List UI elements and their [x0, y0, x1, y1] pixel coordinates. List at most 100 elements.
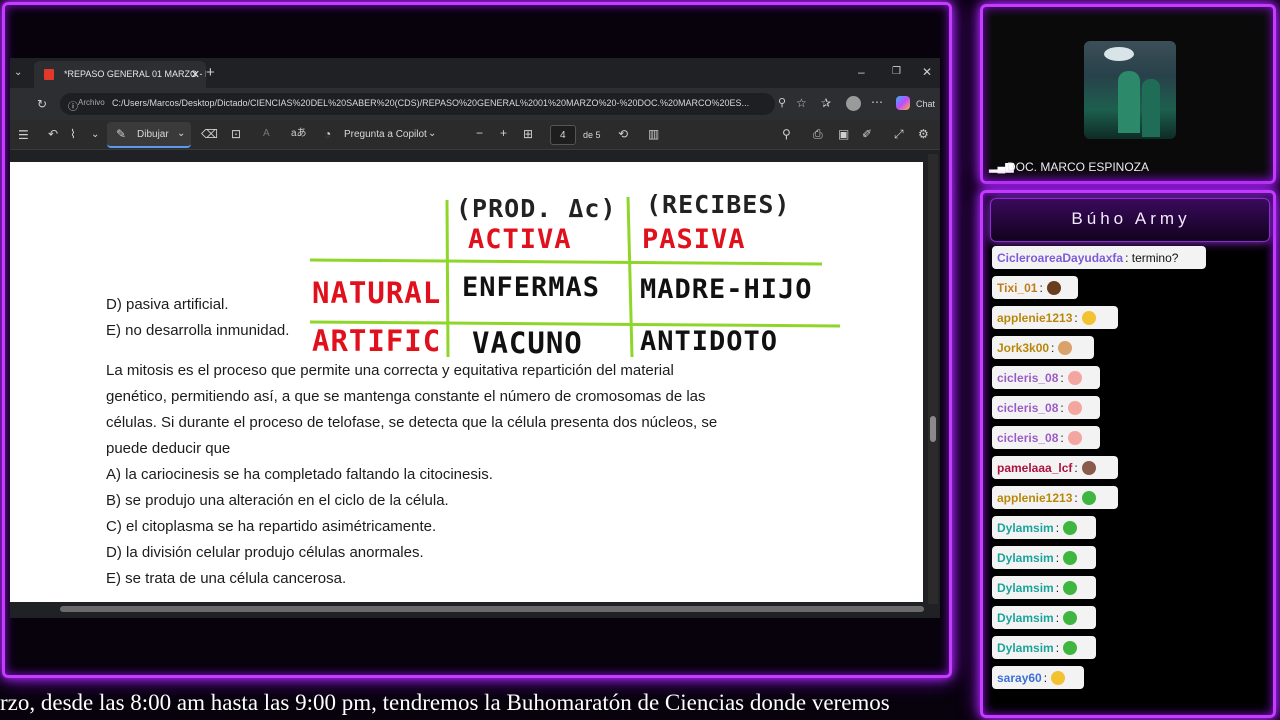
- prev-option-d: D) pasiva artificial.: [106, 296, 229, 313]
- option-c: C) el citoplasma se ha repartido asimétr…: [106, 518, 437, 535]
- zoom-out-icon[interactable]: −: [476, 126, 483, 140]
- draw-label: Dibujar: [137, 129, 169, 140]
- chat-username[interactable]: cicleris_08: [997, 431, 1058, 445]
- chat-username[interactable]: cicleris_08: [997, 371, 1058, 385]
- favorites-bar-icon[interactable]: ✰: [821, 96, 831, 110]
- hw-col1-note: (PROD. Δc): [456, 194, 617, 223]
- emote-icon: [1051, 670, 1066, 685]
- question-line-3: células. Si durante el proceso de telofa…: [106, 414, 718, 431]
- undo-icon[interactable]: ↶: [48, 127, 58, 141]
- chat-username[interactable]: applenie1213: [997, 311, 1072, 325]
- page-current: 4: [560, 130, 566, 141]
- emote-icon: [1046, 280, 1061, 295]
- emote-icon: [1067, 430, 1082, 445]
- fullscreen-icon[interactable]: ⤢: [894, 127, 904, 141]
- draw-chevron-icon: ⌄: [177, 128, 186, 139]
- chat-message: cicleris_08:: [992, 366, 1100, 389]
- chat-username[interactable]: Dylamsim: [997, 521, 1054, 535]
- contents-icon[interactable]: ☰: [18, 128, 29, 142]
- chat-username[interactable]: Dylamsim: [997, 641, 1054, 655]
- save-as-icon[interactable]: ✐: [862, 127, 872, 141]
- rotate-icon[interactable]: ⟲: [618, 127, 628, 141]
- chat-username[interactable]: Dylamsim: [997, 581, 1054, 595]
- chat-username[interactable]: Dylamsim: [997, 551, 1054, 565]
- chat-username[interactable]: cicleris_08: [997, 401, 1058, 415]
- pdf-file-icon: [44, 69, 54, 80]
- print-icon[interactable]: ⎙: [813, 127, 823, 141]
- chat-username[interactable]: Tixi_01: [997, 281, 1037, 295]
- restore-icon[interactable]: ❐: [892, 65, 901, 79]
- handwriting-grid: [309, 196, 841, 358]
- close-window-icon[interactable]: ✕: [922, 65, 932, 79]
- search-icon[interactable]: ⚲: [782, 127, 791, 141]
- chat-message: Tixi_01:: [992, 276, 1078, 299]
- chat-text: :: [1055, 610, 1060, 625]
- emote-icon: [1081, 310, 1096, 325]
- browser-window: ⌄ *REPASO GENERAL 01 MARZO - D ✕ + – ❐ ✕…: [10, 58, 940, 618]
- fit-page-icon[interactable]: ⊞: [523, 127, 533, 141]
- stream-overlay: ⌄ *REPASO GENERAL 01 MARZO - D ✕ + – ❐ ✕…: [0, 0, 1280, 720]
- hw-r1c2: MADRE-HIJO: [640, 274, 813, 305]
- font-icon[interactable]: A: [263, 127, 270, 141]
- ask-copilot-button[interactable]: Pregunta a Copilot: [344, 129, 427, 141]
- chat-message: saray60:: [992, 666, 1084, 689]
- chat-text: :: [1060, 400, 1064, 415]
- chat-message: applenie1213:: [992, 486, 1118, 509]
- copilot-small-icon: ◔: [324, 127, 332, 141]
- chat-text: :: [1055, 550, 1060, 565]
- chat-button[interactable]: Chat: [916, 98, 935, 110]
- text-box-icon[interactable]: ⊡: [231, 127, 241, 141]
- chat-username[interactable]: saray60: [997, 671, 1042, 685]
- draw-button[interactable]: ✎ Dibujar ⌄: [107, 122, 191, 148]
- hw-col2-header: PASIVA: [642, 224, 746, 255]
- pdf-toolbar: ☰ ↶ ⌇ ⌄ ✎ Dibujar ⌄ ⌫ ⊡ A aあ ◔ Pregunta …: [10, 120, 940, 150]
- horizontal-scrollbar[interactable]: [60, 606, 924, 612]
- info-icon: ⓘ: [68, 102, 78, 113]
- more-icon[interactable]: ⋯: [871, 95, 883, 109]
- chat-username[interactable]: Jork3k00: [997, 341, 1049, 355]
- copilot-icon[interactable]: [896, 96, 910, 110]
- close-tab-icon[interactable]: ✕: [191, 68, 200, 81]
- page-view-icon[interactable]: ▥: [648, 127, 659, 141]
- emote-icon: [1081, 490, 1096, 505]
- emote-icon: [1063, 610, 1078, 625]
- copilot-chevron-icon[interactable]: ⌄: [428, 128, 436, 140]
- ticker-text: rzo, desde las 8:00 am hasta las 9:00 pm…: [0, 690, 890, 715]
- chat-text: :: [1074, 460, 1078, 475]
- chat-username[interactable]: applenie1213: [997, 491, 1072, 505]
- hw-r2c1: VACUNO: [472, 326, 583, 360]
- pdf-page: (PROD. Δc) (RECIBES) ACTIVA PASIVA NATUR…: [10, 162, 923, 602]
- profile-avatar[interactable]: [846, 96, 861, 111]
- chat-header: Búho Army: [990, 198, 1270, 242]
- page-number-input[interactable]: 4: [550, 125, 576, 145]
- zoom-icon[interactable]: ⚲: [778, 96, 786, 110]
- minimize-icon[interactable]: –: [858, 65, 865, 79]
- chat-text: :: [1074, 310, 1078, 325]
- chat-text: :: [1074, 490, 1078, 505]
- chat-username[interactable]: Dylamsim: [997, 611, 1054, 625]
- save-icon[interactable]: ▣: [838, 127, 849, 141]
- vertical-scrollbar[interactable]: [928, 154, 938, 604]
- page-total: de 5: [583, 130, 601, 140]
- question-line-1: La mitosis es el proceso que permite una…: [106, 362, 674, 379]
- address-toolbar: ↻ ⓘ Archivo C:/Users/Marcos/Desktop/Dict…: [10, 88, 940, 120]
- grid-line-v2: [626, 196, 634, 358]
- chat-username[interactable]: pamelaaa_lcf: [997, 461, 1072, 475]
- vertical-scroll-thumb[interactable]: [930, 416, 936, 442]
- emote-icon: [1058, 340, 1073, 355]
- chat-username[interactable]: CicleroareaDayudaxfa: [997, 251, 1123, 265]
- settings-icon[interactable]: ⚙: [918, 127, 929, 141]
- reload-icon[interactable]: ↻: [37, 97, 47, 111]
- favorite-icon[interactable]: ☆: [796, 96, 807, 110]
- eraser-icon[interactable]: ⌫: [201, 127, 218, 141]
- tab-list-chevron-icon[interactable]: ⌄: [14, 67, 22, 79]
- highlight-icon[interactable]: ⌇: [70, 127, 76, 141]
- chat-text: :: [1043, 670, 1048, 685]
- zoom-in-icon[interactable]: +: [500, 126, 507, 140]
- highlight-menu-chevron-icon[interactable]: ⌄: [91, 129, 99, 141]
- address-bar[interactable]: ⓘ Archivo C:/Users/Marcos/Desktop/Dictad…: [60, 93, 775, 115]
- tab-active[interactable]: *REPASO GENERAL 01 MARZO - D ✕: [34, 61, 206, 88]
- news-ticker: rzo, desde las 8:00 am hasta las 9:00 pm…: [0, 686, 952, 720]
- read-aloud-icon[interactable]: aあ: [291, 127, 307, 141]
- new-tab-icon[interactable]: +: [206, 65, 215, 80]
